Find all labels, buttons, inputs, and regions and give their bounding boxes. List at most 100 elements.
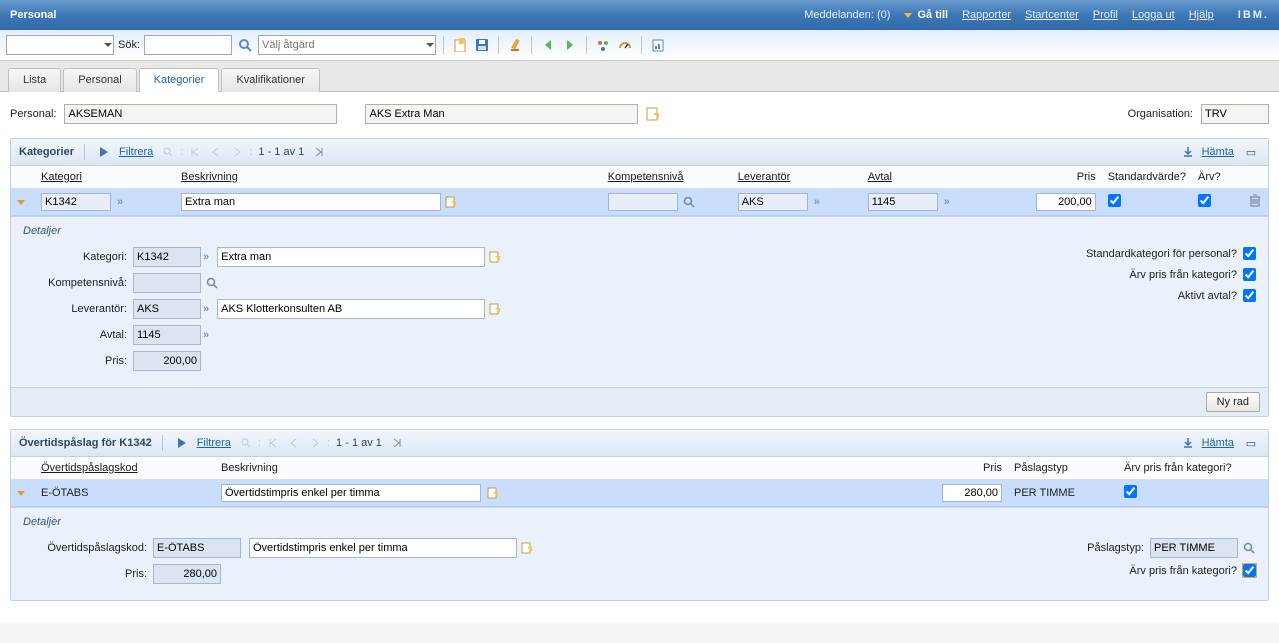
download-icon[interactable]: [1182, 437, 1194, 449]
det-ot-type[interactable]: [1150, 538, 1238, 558]
row-inherit-checkbox[interactable]: [1198, 194, 1211, 207]
filter-link[interactable]: Filtrera: [197, 437, 231, 449]
det-price[interactable]: [133, 351, 201, 371]
action-select[interactable]: [258, 35, 436, 55]
row-price[interactable]: [1036, 193, 1096, 211]
lookup-icon[interactable]: »: [942, 196, 952, 208]
det-supplier[interactable]: [133, 299, 201, 319]
search-icon[interactable]: [682, 195, 696, 209]
row-ot-price[interactable]: [942, 484, 1002, 502]
std-personal-checkbox[interactable]: [1243, 247, 1256, 260]
prev-page-icon[interactable]: [285, 434, 303, 452]
gauge-icon[interactable]: [616, 36, 634, 54]
logout-link[interactable]: Logga ut: [1132, 9, 1175, 21]
personal-id-field[interactable]: [64, 104, 337, 124]
tab-categories[interactable]: Kategorier: [139, 68, 220, 92]
trash-icon[interactable]: [1248, 194, 1262, 208]
row-supplier[interactable]: [738, 193, 808, 211]
expand-row-icon[interactable]: [17, 200, 25, 205]
det-category[interactable]: [133, 247, 201, 267]
det-ot-code[interactable]: [153, 538, 241, 558]
long-desc-icon[interactable]: [521, 542, 533, 554]
new-record-icon[interactable]: [451, 36, 469, 54]
last-page-icon[interactable]: [310, 143, 328, 161]
search-icon[interactable]: [236, 36, 254, 54]
search-icon[interactable]: [1242, 541, 1256, 555]
row-contract[interactable]: [868, 193, 938, 211]
col-inherit: Ärv?: [1192, 166, 1242, 189]
col-description[interactable]: Beskrivning: [175, 166, 602, 189]
long-desc-icon[interactable]: [489, 251, 501, 263]
col-competence[interactable]: Kompetensnivå: [602, 166, 732, 189]
row-description[interactable]: [181, 193, 441, 211]
download-link[interactable]: Hämta: [1202, 437, 1234, 449]
lookup-icon[interactable]: »: [201, 303, 211, 315]
search-input[interactable]: [144, 35, 232, 55]
det-category-desc[interactable]: [217, 247, 485, 267]
goto-menu[interactable]: Gå till: [904, 9, 948, 21]
reports-link[interactable]: Rapporter: [962, 9, 1011, 21]
next-page-icon[interactable]: [228, 143, 246, 161]
col-category[interactable]: Kategori: [35, 166, 175, 189]
lookup-icon[interactable]: »: [201, 251, 211, 263]
filter-play-icon[interactable]: [173, 434, 191, 452]
row-ot-inherit-checkbox[interactable]: [1124, 485, 1137, 498]
download-icon[interactable]: [1182, 146, 1194, 158]
quick-select[interactable]: [6, 35, 114, 55]
next-record-icon[interactable]: [561, 36, 579, 54]
workflow-icon[interactable]: [594, 36, 612, 54]
long-desc-icon[interactable]: [489, 303, 501, 315]
personal-desc-field[interactable]: [365, 104, 638, 124]
prev-page-icon[interactable]: [207, 143, 225, 161]
save-icon[interactable]: [473, 36, 491, 54]
help-link[interactable]: Hjälp: [1189, 9, 1214, 21]
first-page-icon[interactable]: [264, 434, 282, 452]
expand-row-icon[interactable]: [17, 491, 25, 496]
long-desc-icon[interactable]: [445, 196, 457, 208]
detail-menu-icon[interactable]: [646, 107, 660, 121]
det-supplier-desc[interactable]: [217, 299, 485, 319]
report-icon[interactable]: [649, 36, 667, 54]
row-category[interactable]: [41, 193, 111, 211]
table-row[interactable]: E-ÖTABS PER TIMME: [11, 480, 1268, 507]
section-menu-icon[interactable]: ▭: [1242, 434, 1260, 452]
inherit-price-checkbox[interactable]: [1243, 268, 1256, 281]
download-link[interactable]: Hämta: [1202, 146, 1234, 158]
clear-icon[interactable]: [506, 36, 524, 54]
det-competence[interactable]: [133, 273, 201, 293]
filter-link[interactable]: Filtrera: [119, 146, 153, 158]
last-page-icon[interactable]: [388, 434, 406, 452]
tab-personal[interactable]: Personal: [63, 68, 136, 92]
org-field[interactable]: [1201, 104, 1269, 124]
next-page-icon[interactable]: [306, 434, 324, 452]
lookup-icon[interactable]: »: [115, 196, 125, 208]
row-ot-desc[interactable]: [221, 484, 481, 502]
startcenter-link[interactable]: Startcenter: [1025, 9, 1079, 21]
lookup-icon[interactable]: »: [812, 196, 822, 208]
search-small-icon[interactable]: [237, 434, 255, 452]
active-contract-checkbox[interactable]: [1243, 289, 1256, 302]
first-page-icon[interactable]: [186, 143, 204, 161]
new-row-button[interactable]: Ny rad: [1206, 392, 1260, 412]
messages-indicator[interactable]: Meddelanden: (0): [804, 9, 890, 21]
section-menu-icon[interactable]: ▭: [1242, 143, 1260, 161]
long-desc-icon[interactable]: [487, 487, 499, 499]
filter-play-icon[interactable]: [95, 143, 113, 161]
row-competence[interactable]: [608, 193, 678, 211]
row-default-checkbox[interactable]: [1108, 194, 1121, 207]
det-contract[interactable]: [133, 325, 201, 345]
col-contract[interactable]: Avtal: [862, 166, 992, 189]
tab-list[interactable]: Lista: [8, 68, 61, 92]
search-icon[interactable]: [205, 276, 219, 290]
profile-link[interactable]: Profil: [1093, 9, 1118, 21]
det-ot-price[interactable]: [153, 564, 221, 584]
prev-record-icon[interactable]: [539, 36, 557, 54]
col-supplier[interactable]: Leverantör: [732, 166, 862, 189]
lookup-icon[interactable]: »: [201, 329, 211, 341]
table-row[interactable]: »: [11, 189, 1268, 216]
search-small-icon[interactable]: [159, 143, 177, 161]
col-ot-code[interactable]: Övertidspåslagskod: [35, 457, 215, 480]
det-ot-desc[interactable]: [249, 538, 517, 558]
tab-qualifications[interactable]: Kvalifikationer: [221, 68, 319, 92]
det-ot-inherit-checkbox[interactable]: [1243, 564, 1256, 577]
